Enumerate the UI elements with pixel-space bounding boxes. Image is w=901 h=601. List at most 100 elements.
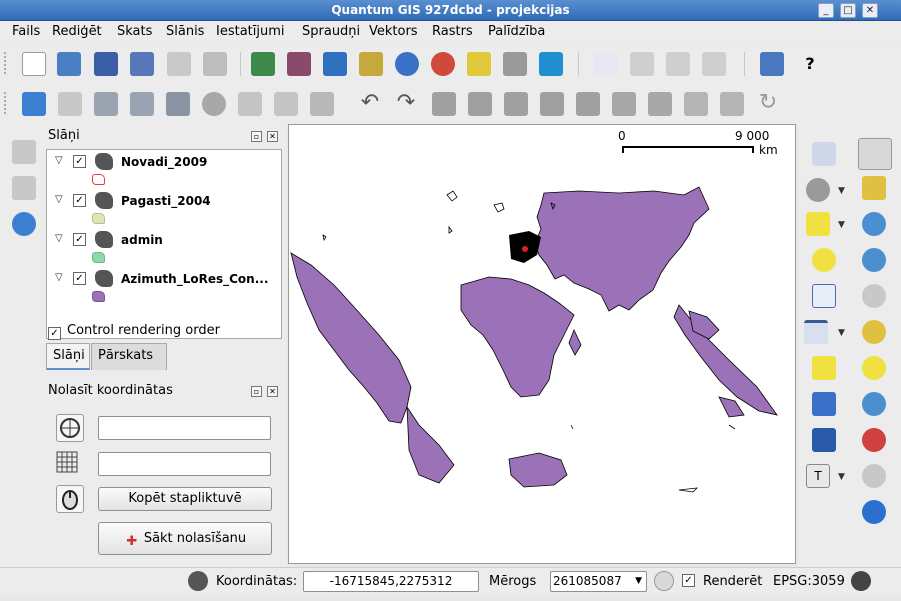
add-part-icon[interactable]: [504, 92, 528, 116]
print-composer-icon[interactable]: [167, 52, 191, 76]
toggle-editing-icon[interactable]: [22, 92, 46, 116]
control-rendering-checkbox[interactable]: ✓: [48, 327, 61, 340]
float-panel-button[interactable]: ▫: [251, 131, 262, 142]
home-icon[interactable]: [812, 428, 836, 452]
copy-clipboard-button[interactable]: Kopēt stapliktuvē: [98, 487, 272, 511]
crs-select-button[interactable]: [56, 414, 84, 442]
delete-selected-icon[interactable]: [202, 92, 226, 116]
move-feature-icon[interactable]: [130, 92, 154, 116]
map-canvas[interactable]: 0 9 000 km: [288, 124, 796, 564]
toggle-overview-icon[interactable]: [539, 52, 563, 76]
zoom-to-selection-icon[interactable]: [862, 284, 886, 308]
zoom-out-icon[interactable]: [862, 248, 886, 272]
delete-ring-icon[interactable]: [540, 92, 564, 116]
save-edits-icon[interactable]: [58, 92, 82, 116]
globe-icon[interactable]: [12, 212, 36, 236]
refresh-icon[interactable]: [862, 500, 886, 524]
rotate-label-icon[interactable]: [666, 52, 690, 76]
paste-features-icon[interactable]: [310, 92, 334, 116]
identify-icon[interactable]: [812, 142, 836, 166]
menu-slanis[interactable]: Slānis: [166, 24, 204, 39]
menu-vektors[interactable]: Vektors: [369, 24, 418, 39]
histogram-icon[interactable]: [12, 176, 36, 200]
cut-features-icon[interactable]: [238, 92, 262, 116]
save-as-icon[interactable]: [130, 52, 154, 76]
zoom-back-icon[interactable]: [862, 428, 886, 452]
add-ring-icon[interactable]: [468, 92, 492, 116]
move-label-icon[interactable]: [630, 52, 654, 76]
render-checkbox[interactable]: ✓: [682, 574, 695, 587]
stop-render-icon[interactable]: [654, 571, 674, 591]
maximize-button[interactable]: □: [840, 3, 856, 18]
simplify-feature-icon[interactable]: [432, 92, 456, 116]
zoom-to-layer-icon[interactable]: [862, 320, 886, 344]
deselect-icon[interactable]: [812, 248, 836, 272]
layer-visibility-checkbox[interactable]: ✓: [73, 194, 86, 207]
split-features-icon[interactable]: [648, 92, 672, 116]
coordinates-field[interactable]: -16715845,2275312: [303, 571, 479, 592]
zoom-in-icon[interactable]: [862, 212, 886, 236]
dropdown-arrow-icon[interactable]: ▼: [838, 220, 845, 230]
select-icon[interactable]: [806, 212, 830, 236]
change-label-icon[interactable]: [702, 52, 726, 76]
minimize-button[interactable]: _: [818, 3, 834, 18]
undo-icon[interactable]: ↶: [358, 92, 382, 116]
add-postgis-layer-icon[interactable]: [323, 52, 347, 76]
close-button[interactable]: ✕: [862, 3, 878, 18]
add-wms-layer-icon[interactable]: [395, 52, 419, 76]
open-project-icon[interactable]: [57, 52, 81, 76]
delete-part-icon[interactable]: [576, 92, 600, 116]
menu-skats[interactable]: Skats: [117, 24, 152, 39]
layer-row[interactable]: ▽ ✓ Novadi_2009: [47, 152, 283, 172]
coord-field-2[interactable]: [98, 452, 271, 476]
copy-features-icon[interactable]: [274, 92, 298, 116]
reshape-features-icon[interactable]: [612, 92, 636, 116]
rotate-point-symbols-icon[interactable]: ↻: [756, 92, 780, 116]
annotation-icon[interactable]: [812, 356, 836, 380]
start-capture-button[interactable]: ✚ Sākt nolasīšanu: [98, 522, 272, 555]
zoom-last-icon[interactable]: [862, 392, 886, 416]
help-contents-icon[interactable]: [760, 52, 784, 76]
measure-line-icon[interactable]: [12, 140, 36, 164]
pan-icon[interactable]: [858, 138, 892, 170]
tab-parskats[interactable]: Pārskats: [91, 343, 167, 370]
coord-field-1[interactable]: [98, 416, 271, 440]
crs-globe-icon[interactable]: [851, 571, 871, 591]
capture-polygon-icon[interactable]: [94, 92, 118, 116]
expand-arrow-icon[interactable]: ▽: [55, 194, 63, 205]
redo-icon[interactable]: ↷: [394, 92, 418, 116]
menu-iestatijumi[interactable]: Iestatījumi: [216, 24, 285, 39]
float-panel-button[interactable]: ▫: [251, 386, 262, 397]
label-icon[interactable]: [594, 52, 618, 76]
measure-icon[interactable]: [804, 320, 828, 344]
layer-visibility-checkbox[interactable]: ✓: [73, 233, 86, 246]
menu-fails[interactable]: Fails: [12, 24, 40, 39]
map-tips-icon[interactable]: [812, 392, 836, 416]
close-panel-button[interactable]: ✕: [267, 131, 278, 142]
zoom-actual-icon[interactable]: [862, 356, 886, 380]
close-panel-button[interactable]: ✕: [267, 386, 278, 397]
whats-this-icon[interactable]: ?: [798, 52, 822, 76]
layer-row[interactable]: ▽ ✓ Pagasti_2004: [47, 191, 283, 211]
add-wfs-layer-icon[interactable]: [431, 52, 455, 76]
menu-spraudni[interactable]: Spraudņi: [302, 24, 360, 39]
attribute-table-icon[interactable]: [812, 284, 836, 308]
print-icon[interactable]: [203, 52, 227, 76]
node-tool-icon[interactable]: [166, 92, 190, 116]
add-vector-layer-icon[interactable]: [251, 52, 275, 76]
layer-visibility-checkbox[interactable]: ✓: [73, 155, 86, 168]
scale-combobox[interactable]: 261085087 ▼: [550, 571, 647, 592]
remove-layer-icon[interactable]: [503, 52, 527, 76]
add-raster-layer-icon[interactable]: [287, 52, 311, 76]
merge-attributes-icon[interactable]: [720, 92, 744, 116]
expand-arrow-icon[interactable]: ▽: [55, 272, 63, 283]
new-project-icon[interactable]: [22, 52, 46, 76]
expand-arrow-icon[interactable]: ▽: [55, 233, 63, 244]
expand-arrow-icon[interactable]: ▽: [55, 155, 63, 166]
crs-label[interactable]: EPSG:3059: [773, 574, 845, 589]
layer-row[interactable]: ▽ ✓ Azimuth_LoRes_Con...: [47, 269, 283, 289]
zoom-full-icon[interactable]: [862, 176, 886, 200]
text-annotation-icon[interactable]: T: [806, 464, 830, 488]
menu-palidziba[interactable]: Palīdzība: [488, 24, 545, 39]
new-vector-layer-icon[interactable]: [467, 52, 491, 76]
